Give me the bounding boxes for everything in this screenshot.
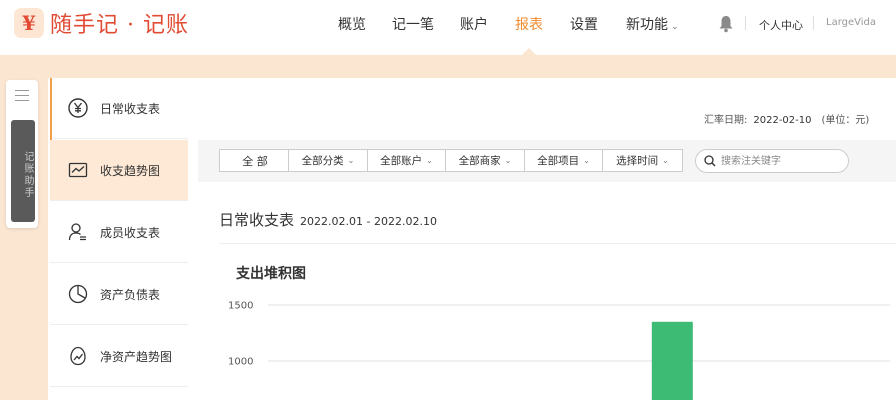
sidebar-item-label: 净资产趋势图 bbox=[100, 350, 173, 364]
sidebar-item-daily[interactable]: 日常收支表 bbox=[50, 78, 188, 140]
nav-new-features[interactable]: 新功能 ⌄ bbox=[626, 14, 679, 34]
dropdown-label: 选择时间 bbox=[616, 155, 659, 167]
dropdown-label: 全部商家 bbox=[458, 155, 501, 167]
time-dropdown[interactable]: 选择时间 ⌄ bbox=[603, 150, 682, 171]
nav-settings[interactable]: 设置 bbox=[570, 14, 598, 34]
sidebar-item-label: 成员收支表 bbox=[100, 226, 161, 240]
rate-date: 2022-02-10 bbox=[753, 115, 812, 126]
rate-label: 汇率日期: bbox=[704, 115, 748, 126]
nav-new-features-label: 新功能 bbox=[626, 17, 668, 33]
app-logo[interactable]: ¥ 随手记 · 记账 bbox=[14, 8, 189, 38]
nav-overview[interactable]: 概览 bbox=[338, 14, 366, 34]
search-box[interactable] bbox=[695, 149, 849, 173]
logo-mark: ¥ bbox=[14, 8, 44, 38]
search-input[interactable] bbox=[721, 153, 841, 169]
member-icon bbox=[68, 223, 86, 241]
trend-chart-icon bbox=[68, 162, 88, 178]
chevron-down-icon: ⌄ bbox=[583, 156, 590, 165]
y-tick-label: 1500 bbox=[228, 301, 253, 312]
merchant-dropdown[interactable]: 全部商家 ⌄ bbox=[446, 150, 525, 171]
all-filter-button[interactable]: 全 部 bbox=[219, 149, 291, 172]
side-tool-tab[interactable]: 记账助手 bbox=[6, 80, 38, 228]
sidebar-item-label: 日常收支表 bbox=[100, 102, 161, 116]
sidebar-item-label: 资产负债表 bbox=[100, 288, 161, 302]
bar-02-07[interactable] bbox=[651, 321, 693, 400]
nav-add-record[interactable]: 记一笔 bbox=[392, 14, 434, 34]
category-dropdown[interactable]: 全部分类 ⌄ bbox=[289, 150, 368, 171]
filter-bar: 全 部 全部分类 ⌄ 全部账户 ⌄ 全部商家 ⌄ 全部项目 ⌄ 选择时间 ⌄ bbox=[198, 140, 896, 182]
chevron-down-icon: ⌄ bbox=[662, 156, 669, 165]
chevron-down-icon: ⌄ bbox=[426, 156, 433, 165]
active-nav-pointer bbox=[522, 48, 536, 55]
user-center-link[interactable]: 个人中心 bbox=[759, 17, 803, 33]
sidebar-item-trend[interactable]: 收支趋势图 bbox=[50, 140, 188, 201]
unit-label: (单位：元) bbox=[821, 115, 870, 126]
sidebar-item-net-asset[interactable]: 净资产趋势图 bbox=[50, 326, 188, 387]
yen-circle-icon bbox=[68, 98, 88, 118]
sidebar-item-members[interactable]: 成员收支表 bbox=[50, 202, 188, 263]
top-header: ¥ 随手记 · 记账 概览 记一笔 账户 报表 设置 新功能 ⌄ 个人中心 Lar… bbox=[0, 0, 896, 55]
search-icon bbox=[704, 155, 716, 167]
chevron-down-icon: ⌄ bbox=[671, 22, 679, 32]
dropdown-label: 全部账户 bbox=[380, 155, 423, 167]
sidebar-item-balance-sheet[interactable]: 资产负债表 bbox=[50, 264, 188, 325]
active-accent-bar bbox=[50, 78, 52, 140]
pie-icon bbox=[68, 284, 88, 304]
report-heading: 日常收支表 2022.02.01 - 2022.02.10 bbox=[219, 209, 437, 230]
nav-reports[interactable]: 报表 bbox=[515, 14, 543, 34]
report-panel: 日常收支表 收支趋势图 成员收支表 资产负债表 净资产趋势图 汇率日期: 202… bbox=[48, 78, 896, 400]
filter-dropdown-group: 全部分类 ⌄ 全部账户 ⌄ 全部商家 ⌄ 全部项目 ⌄ 选择时间 ⌄ bbox=[288, 149, 683, 172]
header-separator bbox=[745, 16, 746, 30]
chevron-down-icon: ⌄ bbox=[504, 156, 512, 165]
report-date-range: 2022.02.01 - 2022.02.10 bbox=[300, 215, 437, 228]
report-sidebar: 日常收支表 收支趋势图 成员收支表 资产负债表 净资产趋势图 bbox=[48, 78, 188, 400]
report-title: 日常收支表 bbox=[219, 211, 295, 229]
chart-title: 支出堆积图 bbox=[236, 266, 306, 282]
dropdown-label: 全部分类 bbox=[301, 155, 344, 167]
logo-text: 随手记 · 记账 bbox=[50, 13, 189, 38]
username[interactable]: LargeVida bbox=[826, 17, 876, 28]
chevron-down-icon: ⌄ bbox=[347, 156, 355, 165]
tool-tab-label[interactable]: 记账助手 bbox=[11, 120, 35, 222]
expense-stacked-chart: 1000 1500 bbox=[228, 301, 890, 400]
bell-icon[interactable] bbox=[718, 15, 734, 33]
sidebar-item-label: 收支趋势图 bbox=[100, 164, 161, 178]
exchange-rate-info: 汇率日期: 2022-02-10 (单位：元) bbox=[704, 111, 869, 126]
project-dropdown[interactable]: 全部项目 ⌄ bbox=[525, 150, 603, 171]
section-divider bbox=[219, 243, 896, 244]
y-tick-label: 1000 bbox=[228, 357, 253, 368]
nav-accounts[interactable]: 账户 bbox=[460, 14, 488, 34]
header-separator bbox=[813, 16, 814, 30]
menu-icon[interactable] bbox=[15, 90, 29, 102]
dropdown-label: 全部项目 bbox=[537, 155, 580, 167]
net-asset-trend-icon bbox=[70, 346, 86, 366]
account-dropdown[interactable]: 全部账户 ⌄ bbox=[368, 150, 446, 171]
